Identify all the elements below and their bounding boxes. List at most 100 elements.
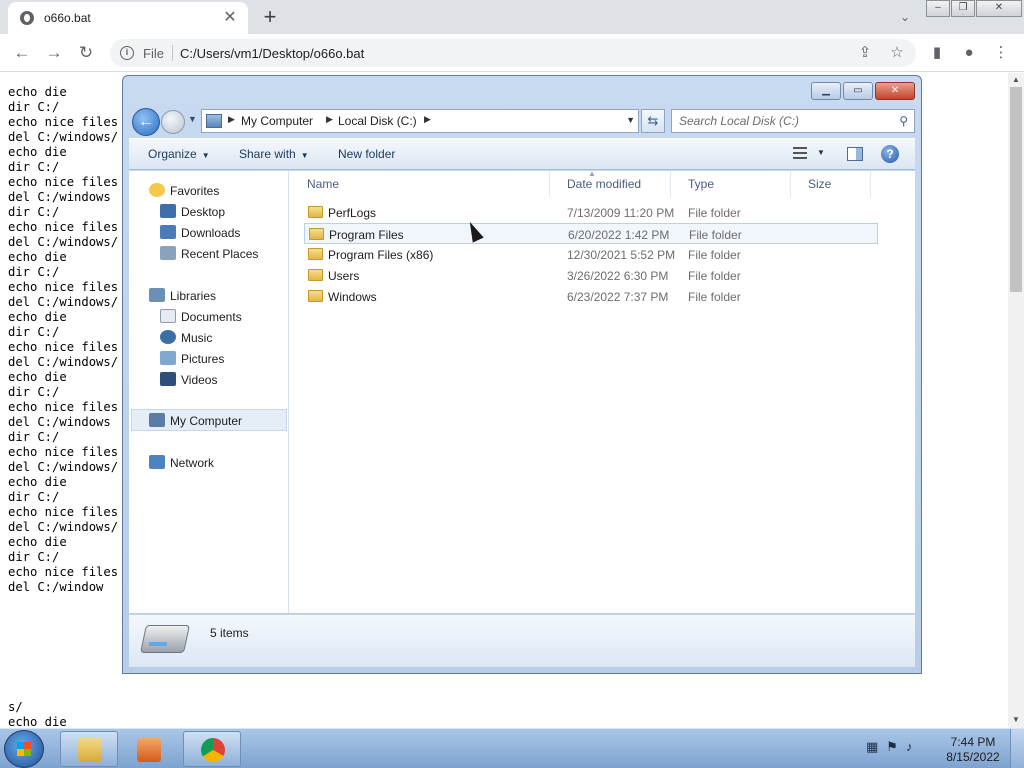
info-icon[interactable]: i <box>120 46 134 60</box>
tab-search-chevron-icon[interactable]: ⌄ <box>894 6 916 28</box>
desktop-icon <box>160 204 176 218</box>
page-text-line: echo die <box>8 475 67 489</box>
folder-icon <box>308 206 323 218</box>
explorer-maximize-button[interactable]: ▭ <box>843 82 873 100</box>
breadcrumb-arrow-icon[interactable]: ▶ <box>228 114 235 125</box>
folder-row-perflogs[interactable]: PerfLogs 7/13/2009 11:20 PM File folder <box>304 202 878 223</box>
explorer-forward-icon[interactable] <box>161 110 185 134</box>
taskbar-explorer-button[interactable] <box>60 731 118 767</box>
explorer-minimize-button[interactable]: ▁ <box>811 82 841 100</box>
new-folder-button[interactable]: New folder <box>338 147 395 161</box>
view-dropdown-icon[interactable]: ▼ <box>817 148 825 157</box>
reload-icon[interactable]: ↻ <box>74 42 98 64</box>
globe-icon <box>20 11 34 25</box>
downloads-icon <box>160 225 176 239</box>
volume-icon[interactable]: ♪ <box>906 739 921 754</box>
forward-arrow-icon[interactable]: → <box>42 42 66 64</box>
tab-close-icon[interactable]: ✕ <box>220 8 240 28</box>
explorer-window: ▁ ▭ ✕ ← ▼ ▶ My Computer ▶ Local Disk (C:… <box>122 75 922 674</box>
address-bar[interactable]: i File C:/Users/vm1/Desktop/o66o.bat <box>110 39 916 67</box>
share-icon[interactable]: ⇪ <box>854 42 876 64</box>
address-dropdown-icon[interactable]: ▼ <box>626 115 635 125</box>
explorer-back-icon[interactable]: ← <box>132 108 160 136</box>
minimize-button[interactable]: – <box>926 0 950 17</box>
folder-icon <box>308 248 323 260</box>
change-view-icon[interactable] <box>793 147 807 159</box>
bookmark-star-icon[interactable]: ☆ <box>886 42 908 64</box>
show-desktop-button[interactable] <box>1010 729 1024 768</box>
scheme-label: File <box>143 46 164 61</box>
help-icon[interactable]: ? <box>881 145 899 163</box>
taskbar-chrome-button[interactable] <box>183 731 241 767</box>
nav-item-documents[interactable]: Documents <box>160 307 242 328</box>
column-header-name[interactable]: Name <box>290 171 550 197</box>
column-header-date-modified[interactable]: Date modified <box>550 171 671 197</box>
tab-o66o[interactable]: o66o.bat ✕ <box>8 2 248 34</box>
scroll-thumb[interactable] <box>1010 87 1022 292</box>
breadcrumb-arrow-icon[interactable]: ▶ <box>326 114 333 125</box>
kebab-menu-icon[interactable]: ⋮ <box>990 42 1012 64</box>
nav-item-favorites[interactable]: Favorites <box>149 181 219 202</box>
folder-row-users[interactable]: Users 3/26/2022 6:30 PM File folder <box>304 265 878 286</box>
side-panel-icon[interactable]: ▮ <box>926 42 948 64</box>
computer-icon <box>149 413 165 427</box>
nav-item-pictures[interactable]: Pictures <box>160 349 224 370</box>
nav-item-libraries[interactable]: Libraries <box>149 286 216 307</box>
action-center-icon[interactable]: ⚑ <box>886 739 906 754</box>
explorer-refresh-icon[interactable]: ⇆ <box>641 109 665 133</box>
preview-pane-icon[interactable] <box>847 147 863 161</box>
explorer-address-box[interactable]: ▶ My Computer ▶ Local Disk (C:) ▶ ▼ <box>201 109 639 133</box>
scroll-down-arrow-icon[interactable]: ▼ <box>1011 715 1021 725</box>
explorer-search-input[interactable]: Search Local Disk (C:) ⚲ <box>671 109 915 133</box>
column-header-size[interactable]: Size <box>791 171 871 197</box>
recent-pages-dropdown-icon[interactable]: ▼ <box>188 114 197 124</box>
column-header-type[interactable]: Type <box>671 171 791 197</box>
folder-name: Program Files <box>329 228 404 242</box>
profile-avatar-icon[interactable]: ● <box>958 42 980 64</box>
back-arrow-icon[interactable]: ← <box>10 42 34 64</box>
page-text-line: del C:/windows/ <box>8 130 119 144</box>
explorer-close-button[interactable]: ✕ <box>875 82 915 100</box>
page-text-line: dir C:/ <box>8 490 60 504</box>
page-scrollbar[interactable]: ▲ ▼ <box>1008 73 1024 728</box>
scroll-up-arrow-icon[interactable]: ▲ <box>1011 75 1021 85</box>
breadcrumb-local-disk[interactable]: Local Disk (C:) <box>338 114 417 128</box>
nav-item-network[interactable]: Network <box>149 453 214 474</box>
explorer-address-row: ← ▼ ▶ My Computer ▶ Local Disk (C:) ▶ ▼ … <box>129 106 915 136</box>
folder-row-program-files-x86[interactable]: Program Files (x86) 12/30/2021 5:52 PM F… <box>304 244 878 265</box>
folder-row-program-files[interactable]: Program Files 6/20/2022 1:42 PM File fol… <box>304 223 878 244</box>
nav-item-my-computer[interactable]: My Computer <box>149 411 242 432</box>
network-tray-icon[interactable]: ▦ <box>866 739 886 754</box>
breadcrumb-my-computer[interactable]: My Computer <box>241 114 313 128</box>
page-text-line: dir C:/ <box>8 325 60 339</box>
close-button[interactable]: ✕ <box>976 0 1022 17</box>
share-with-button[interactable]: Share with ▼ <box>239 147 309 161</box>
search-icon[interactable]: ⚲ <box>899 114 908 128</box>
breadcrumb-arrow-icon[interactable]: ▶ <box>424 114 431 125</box>
nav-item-recent-places[interactable]: Recent Places <box>160 244 258 265</box>
taskbar-media-player-button[interactable] <box>122 731 180 767</box>
taskbar-clock[interactable]: 7:44 PM 8/15/2022 <box>944 735 1002 765</box>
folder-icon <box>78 738 102 762</box>
page-text-line: del C:/windows/ <box>8 235 119 249</box>
page-text-line: echo die <box>8 310 67 324</box>
videos-icon <box>160 372 176 386</box>
nav-item-music[interactable]: Music <box>160 328 212 349</box>
restore-button[interactable]: ❐ <box>951 0 975 17</box>
page-text-line: echo nice files <box>8 115 119 129</box>
start-button[interactable] <box>4 730 44 768</box>
new-tab-button[interactable]: + <box>258 5 282 29</box>
page-text-line: del C:/windows/ <box>8 295 119 309</box>
page-text-line: echo die <box>8 145 67 159</box>
page-text-line: del C:/windows <box>8 415 111 429</box>
folder-type: File folder <box>688 269 741 283</box>
nav-item-downloads[interactable]: Downloads <box>160 223 240 244</box>
url-text[interactable]: C:/Users/vm1/Desktop/o66o.bat <box>180 46 364 61</box>
folder-date: 6/23/2022 7:37 PM <box>567 290 669 304</box>
nav-item-desktop[interactable]: Desktop <box>160 202 225 223</box>
folder-icon <box>308 269 323 281</box>
nav-item-videos[interactable]: Videos <box>160 370 217 391</box>
folder-row-windows[interactable]: Windows 6/23/2022 7:37 PM File folder <box>304 286 878 307</box>
organize-button[interactable]: Organize ▼ <box>148 147 210 161</box>
page-text-line: echo nice files <box>8 445 119 459</box>
